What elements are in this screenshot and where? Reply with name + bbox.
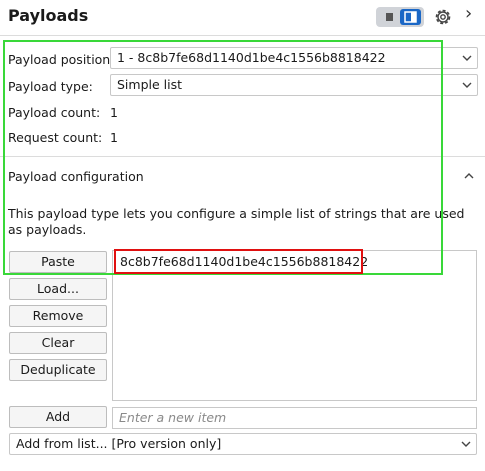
panel-title: Payloads [8,6,89,25]
add-from-list-value: Add from list... [Pro version only] [16,436,222,451]
new-item-input[interactable]: Enter a new item [112,407,477,429]
horizontal-layout-icon [386,13,393,21]
clear-button[interactable]: Clear [9,332,107,354]
vertical-layout-icon [404,11,417,23]
header-divider [0,35,485,36]
layout-toggle[interactable] [376,7,424,27]
layout-option-vertical[interactable] [400,9,421,25]
chevron-down-icon [462,55,472,61]
chevron-down-icon [461,441,471,447]
load-button[interactable]: Load... [9,278,107,300]
remove-button[interactable]: Remove [9,305,107,327]
chevron-up-icon[interactable] [463,170,475,182]
add-from-list-select[interactable]: Add from list... [Pro version only] [9,433,477,455]
layout-option-horizontal[interactable] [379,9,400,25]
gear-icon[interactable] [432,6,454,28]
deduplicate-button[interactable]: Deduplicate [9,359,107,381]
add-button[interactable]: Add [9,406,107,428]
collapse-panel-icon[interactable]: › [465,3,472,24]
highlight-box-green [3,40,443,275]
highlight-box-red [114,249,363,274]
chevron-down-icon [462,82,472,88]
